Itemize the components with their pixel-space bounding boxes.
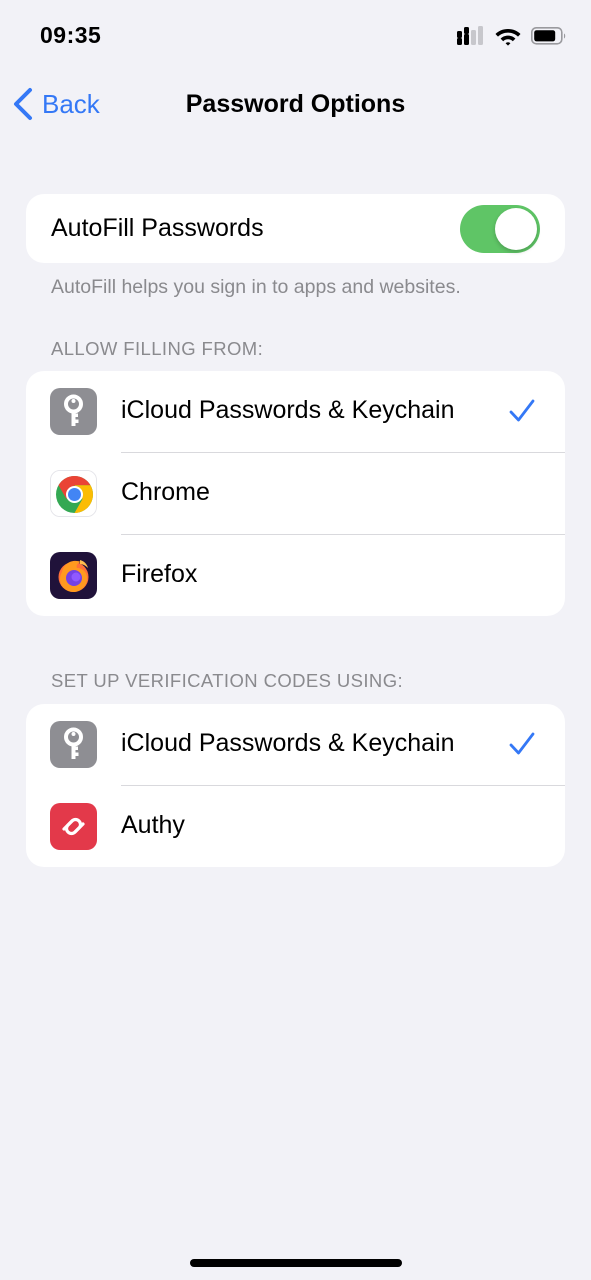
chrome-icon bbox=[50, 470, 97, 517]
toggle-knob bbox=[495, 208, 537, 250]
autofill-toggle[interactable] bbox=[460, 205, 540, 253]
verification-item-label: Authy bbox=[121, 811, 185, 839]
signal-icon bbox=[457, 26, 483, 45]
autofill-row: AutoFill Passwords bbox=[26, 194, 565, 263]
allow-filling-item-label: iCloud Passwords & Keychain bbox=[121, 396, 455, 424]
firefox-icon bbox=[50, 552, 97, 599]
key-icon bbox=[50, 388, 97, 435]
autofill-label: AutoFill Passwords bbox=[51, 214, 264, 242]
allow-filling-item-label: Chrome bbox=[121, 478, 210, 506]
status-icons bbox=[457, 26, 567, 46]
allow-filling-item-chrome[interactable]: Chrome bbox=[26, 453, 565, 535]
autofill-group: AutoFill Passwords bbox=[26, 194, 565, 263]
battery-icon bbox=[531, 26, 566, 45]
key-icon bbox=[50, 721, 97, 768]
home-indicator bbox=[190, 1259, 402, 1267]
allow-filling-item-icloud[interactable]: iCloud Passwords & Keychain bbox=[26, 371, 565, 453]
allow-filling-item-label: Firefox bbox=[121, 560, 198, 588]
autofill-footer: AutoFill helps you sign in to apps and w… bbox=[51, 276, 461, 298]
allow-filling-header: ALLOW FILLING FROM: bbox=[51, 338, 264, 359]
nav-bar: Back Password Options bbox=[0, 72, 591, 136]
wifi-icon bbox=[495, 29, 521, 46]
checkmark-icon bbox=[509, 732, 535, 755]
authy-icon bbox=[50, 803, 97, 850]
verification-group: iCloud Passwords & Keychain Authy bbox=[26, 704, 565, 867]
status-time: 09:35 bbox=[40, 22, 102, 48]
page-title: Password Options bbox=[185, 90, 406, 118]
verification-item-icloud[interactable]: iCloud Passwords & Keychain bbox=[26, 704, 565, 786]
verification-item-label: iCloud Passwords & Keychain bbox=[121, 729, 455, 757]
allow-filling-item-firefox[interactable]: Firefox bbox=[26, 535, 565, 616]
status-bar: 09:35 bbox=[0, 0, 591, 72]
checkmark-icon bbox=[509, 399, 535, 422]
verification-header: SET UP VERIFICATION CODES USING: bbox=[51, 670, 404, 691]
verification-item-authy[interactable]: Authy bbox=[26, 786, 565, 867]
allow-filling-group: iCloud Passwords & Keychain Chrome Firef… bbox=[26, 371, 565, 616]
